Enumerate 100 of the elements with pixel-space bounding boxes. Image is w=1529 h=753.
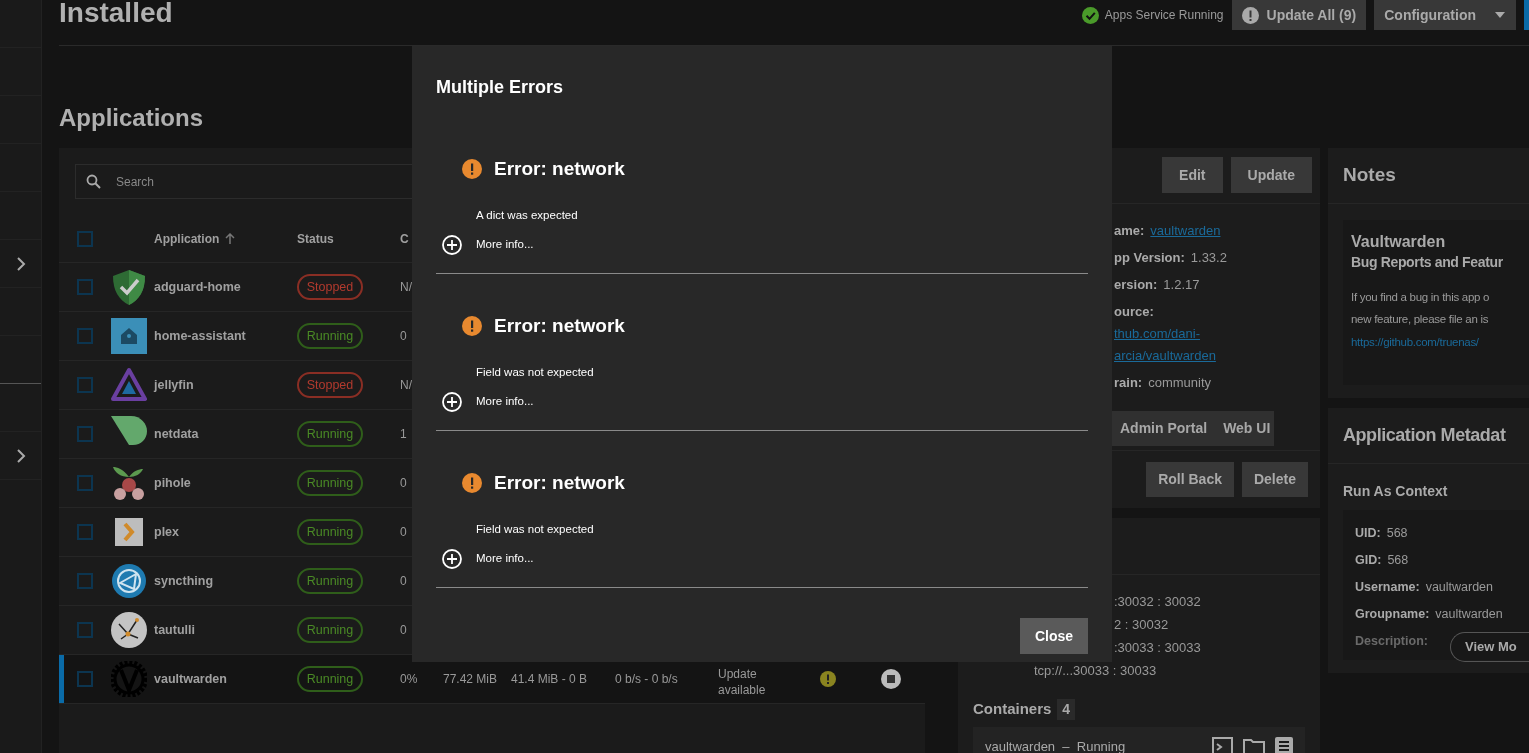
checkbox[interactable]	[77, 475, 93, 491]
update-all-button[interactable]: Update All (9)	[1231, 0, 1367, 30]
source-link[interactable]: vaultwarden	[1150, 221, 1221, 241]
checkbox[interactable]	[77, 328, 93, 344]
field-label: Description:	[1355, 633, 1428, 650]
checkbox[interactable]	[77, 671, 93, 687]
containers-title: Containers	[973, 699, 1052, 719]
port-mapping: :30033 : 30033	[1113, 639, 1202, 657]
checkbox[interactable]	[77, 279, 93, 295]
status-badge: Running	[297, 617, 363, 643]
checkbox[interactable]	[77, 377, 93, 393]
error-message: Field was not expected	[475, 365, 595, 380]
column-header[interactable]: Application	[154, 229, 220, 248]
more-info-link[interactable]: More info...	[476, 550, 534, 568]
port-mapping: :30032 : 30032	[1113, 593, 1202, 611]
expand-icon[interactable]	[442, 549, 462, 569]
update-state: Update available	[718, 666, 767, 698]
web-ui-button[interactable]: Web UI	[1215, 411, 1279, 446]
cpu-usage: 0%	[400, 671, 419, 688]
error-icon	[462, 473, 482, 493]
column-header[interactable]: C	[400, 229, 409, 248]
port-mapping: tcp://...30033 : 30033	[1033, 662, 1158, 680]
error-message: Field was not expected	[475, 522, 595, 537]
status-badge: Running	[297, 568, 363, 594]
status-badge: Running	[297, 470, 363, 496]
field-label: pp Version:	[1114, 249, 1185, 267]
app-name: tautulli	[154, 621, 196, 639]
error-title: Error: network	[494, 313, 625, 338]
expand-icon[interactable]	[442, 392, 462, 412]
field-label: ame:	[1114, 222, 1145, 240]
check-circle-icon	[1081, 6, 1099, 24]
shield-icon	[111, 269, 147, 305]
status-badge: Stopped	[297, 372, 363, 398]
more-info-link[interactable]: More info...	[476, 393, 534, 411]
graph-icon	[111, 612, 147, 648]
search-icon	[86, 174, 101, 189]
app-name: adguard-home	[154, 278, 242, 296]
selection-indicator	[59, 655, 64, 703]
roll-back-button[interactable]: Roll Back	[1146, 462, 1234, 497]
field-label: rain:	[1114, 374, 1143, 392]
network-io: 0 b/s - 0 b/s	[615, 671, 679, 688]
note-link[interactable]: https://github.com/truenas/	[1351, 330, 1529, 354]
section-title: Applications	[59, 103, 204, 133]
field-value: community	[1148, 374, 1212, 392]
port-mapping: 2 : 30032	[1113, 616, 1170, 634]
error-icon	[462, 316, 482, 336]
app-name: syncthing	[154, 572, 215, 590]
note-subtitle: Bug Reports and Featur	[1351, 253, 1504, 272]
block-io: 41.4 MiB - 0 B	[511, 671, 589, 688]
status-badge: Running	[297, 519, 363, 545]
note-text: new feature, please file an is	[1351, 312, 1490, 327]
checkbox[interactable]	[77, 524, 93, 540]
memory-usage: 77.42 MiB	[443, 671, 499, 688]
field-value: vaultwarden	[1435, 606, 1503, 623]
app-name: home-assistant	[154, 327, 247, 345]
cpu-usage: 1	[400, 426, 408, 443]
field-value: 568	[1386, 525, 1408, 542]
caret-down-icon	[1494, 11, 1506, 19]
table-row[interactable]: vaultwarden Running 0% 77.42 MiB 41.4 MiB - 0 B 0 b/s - 0 b/s Update available	[59, 655, 925, 704]
chevron-right-icon[interactable]	[15, 256, 26, 271]
expand-icon[interactable]	[442, 235, 462, 255]
more-info-link[interactable]: More info...	[476, 236, 534, 254]
source-link[interactable]: thub.com/dani-	[1114, 324, 1200, 344]
app-name: netdata	[154, 425, 200, 443]
page-title: Installed	[59, 0, 173, 27]
checkbox[interactable]	[77, 230, 93, 247]
field-label: Username:	[1355, 579, 1420, 596]
cpu-usage: 0	[400, 328, 408, 345]
error-icon	[462, 159, 482, 179]
app-name: pihole	[154, 474, 192, 492]
error-message: A dict was expected	[475, 208, 579, 223]
configuration-button[interactable]: Configuration	[1374, 0, 1516, 30]
column-header[interactable]: Status	[297, 229, 334, 248]
cpu-usage: 0	[400, 524, 408, 541]
update-button[interactable]: Update	[1230, 157, 1312, 193]
edit-button[interactable]: Edit	[1162, 157, 1223, 193]
checkbox[interactable]	[77, 622, 93, 638]
checkbox[interactable]	[77, 573, 93, 589]
field-value: 1.2.17	[1163, 276, 1200, 294]
field-value: 568	[1387, 552, 1409, 569]
note-text: If you find a bug in this app o	[1351, 290, 1491, 305]
field-label: ersion:	[1114, 276, 1158, 294]
source-link[interactable]: arcia/vaultwarden	[1114, 346, 1216, 366]
field-label: Groupname:	[1355, 606, 1430, 623]
error-title: Error: network	[494, 470, 625, 495]
container-row[interactable]: vaultwarden – Running	[973, 726, 1305, 753]
cpu-usage: N/	[400, 279, 413, 296]
field-value: 1.33.2	[1190, 249, 1227, 267]
admin-portal-button[interactable]: Admin Portal	[1112, 411, 1216, 446]
service-status: Apps Service Running	[1104, 7, 1224, 24]
cpu-usage: N/	[400, 377, 413, 394]
stop-button[interactable]	[881, 669, 901, 689]
delete-button[interactable]: Delete	[1241, 462, 1308, 497]
field-value: vaultwarden	[1425, 579, 1494, 596]
checkbox[interactable]	[77, 426, 93, 442]
triangle-icon	[111, 367, 147, 403]
chevron-right-icon[interactable]	[15, 448, 26, 463]
dialog-title: Multiple Errors	[436, 76, 565, 98]
stop-icon	[887, 675, 895, 683]
close-button[interactable]: Close	[1019, 618, 1088, 654]
